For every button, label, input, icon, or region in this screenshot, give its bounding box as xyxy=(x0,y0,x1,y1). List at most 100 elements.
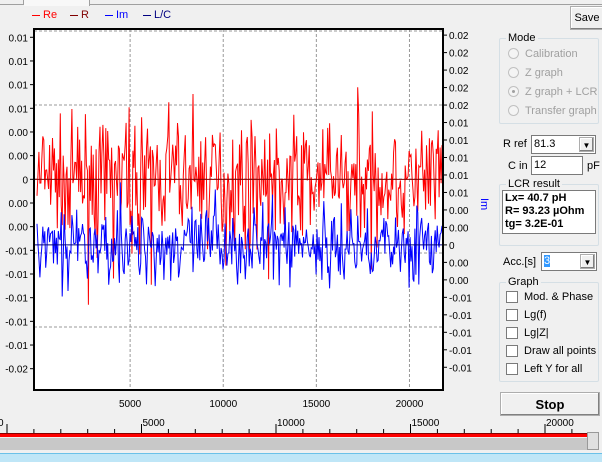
mode-option[interactable]: Calibration xyxy=(500,44,598,63)
graph-option-label: Mod. & Phase xyxy=(524,291,594,303)
lcr-result-box: Lx= 40.7 pH R= 93.23 µOhm tg= 3.2E-01 xyxy=(502,190,596,234)
cin-input[interactable]: 12 xyxy=(531,156,583,175)
right-tick-label: 0.00 xyxy=(449,206,469,217)
right-tick-label: 0.00 xyxy=(449,223,469,234)
save-button[interactable]: Save xyxy=(570,6,602,30)
x-tick-label: 10000 xyxy=(209,399,237,410)
slider-track[interactable] xyxy=(0,438,587,450)
x-tick-label: 15000 xyxy=(302,399,330,410)
ruler-label: 20000 xyxy=(546,418,574,429)
left-tick-label: 0.01 xyxy=(9,81,29,92)
graph-option[interactable]: Mod. & Phase xyxy=(500,288,598,306)
checkbox[interactable] xyxy=(506,291,518,303)
rref-select[interactable]: 81.3 ▼ xyxy=(531,135,596,154)
tab-active[interactable] xyxy=(24,0,90,6)
left-tick-label: 0.00 xyxy=(9,199,29,210)
mode-option-label: Z graph xyxy=(525,66,563,79)
right-tick-label: 0.01 xyxy=(449,188,469,199)
progress-bar xyxy=(0,433,587,437)
left-tick-label: 0.00 xyxy=(9,152,29,163)
left-tick-label: -0.01 xyxy=(5,341,28,352)
frequency-ruler: 0 5000 10000 15000 20000 xyxy=(0,418,574,433)
lcr-lx: Lx= 40.7 pH xyxy=(505,192,567,204)
right-tick-label: 0.02 xyxy=(449,66,469,77)
right-tick-label: -0.01 xyxy=(449,363,472,374)
right-tick-label: -0.01 xyxy=(449,293,472,304)
status-strip xyxy=(0,453,602,462)
lcr-tg: tg= 3.2E-01 xyxy=(505,218,564,230)
checkbox[interactable] xyxy=(506,327,518,339)
lcr-title: LCR result xyxy=(508,178,560,190)
right-tick-label: 0 xyxy=(449,241,455,252)
left-tick-label: -0.01 xyxy=(5,270,28,281)
left-tick-label: -0.01 xyxy=(5,317,28,328)
right-tick-label: -0.01 xyxy=(449,346,472,357)
ruler-label: 5000 xyxy=(143,418,166,429)
cin-unit: pF xyxy=(587,160,600,172)
right-tick-label: 0.00 xyxy=(449,276,469,287)
tab-left[interactable] xyxy=(0,0,24,5)
radio-icon[interactable] xyxy=(508,48,519,59)
right-tick-label: -0.01 xyxy=(449,328,472,339)
graph-option-label: Lg(f) xyxy=(524,309,547,321)
left-tick-label: -0.01 xyxy=(5,294,28,305)
impedance-chart: 5000 10000 15000 20000 0.01 0.01 0.01 0.01 0.00 0… xyxy=(5,28,472,410)
left-tick-label: 0 xyxy=(22,175,28,186)
right-axis-label: Im xyxy=(478,198,490,211)
graph-title: Graph xyxy=(508,276,539,288)
radio-icon[interactable] xyxy=(508,105,519,116)
cin-label: C in xyxy=(508,160,528,172)
mode-group: Mode Calibration Z graph Z graph + LCR Tran… xyxy=(499,32,599,124)
graph-group: Graph Mod. & Phase Lg(f) Lg|Z| Draw all poi… xyxy=(499,276,599,382)
graph-option[interactable]: Draw all points xyxy=(500,342,598,360)
graph-option-label: Left Y for all xyxy=(524,363,583,375)
tab-strip xyxy=(0,0,602,5)
right-tick-label: 0.02 xyxy=(449,31,469,42)
left-tick-label: 0.01 xyxy=(9,57,29,68)
lcr-r: R= 93.23 µOhm xyxy=(505,205,585,217)
right-tick-label: 0.01 xyxy=(449,153,469,164)
right-tick-label: 0.01 xyxy=(449,171,469,182)
chevron-down-icon[interactable]: ▼ xyxy=(580,254,595,269)
ruler-label: 15000 xyxy=(412,418,440,429)
mode-option-label: Calibration xyxy=(525,47,578,60)
left-tick-label: 0.00 xyxy=(9,128,29,139)
graph-option-label: Draw all points xyxy=(524,345,597,357)
checkbox[interactable] xyxy=(506,363,518,375)
right-tick-label: 0.02 xyxy=(449,101,469,112)
left-tick-label: 0.01 xyxy=(9,104,29,115)
right-tick-label: 0.02 xyxy=(449,49,469,60)
ruler-label: 0 xyxy=(0,418,4,429)
right-tick-label: 0.00 xyxy=(449,258,469,269)
acc-value: 3 xyxy=(544,255,551,267)
left-tick-label: -0.01 xyxy=(5,246,28,257)
mode-title: Mode xyxy=(508,32,536,44)
graph-option[interactable]: Lg|Z| xyxy=(500,324,598,342)
slider-thumb[interactable] xyxy=(587,432,599,450)
right-tick-label: -0.01 xyxy=(449,311,472,322)
radio-icon[interactable] xyxy=(508,67,519,78)
x-tick-label: 20000 xyxy=(396,399,424,410)
x-tick-label: 5000 xyxy=(119,399,142,410)
mode-option[interactable]: Z graph xyxy=(500,63,598,82)
checkbox[interactable] xyxy=(506,345,518,357)
graph-option[interactable]: Lg(f) xyxy=(500,306,598,324)
checkbox[interactable] xyxy=(506,309,518,321)
radio-icon[interactable] xyxy=(508,86,519,97)
acc-label: Acc.[s] xyxy=(503,256,537,268)
mode-option-label: Z graph + LCR xyxy=(525,85,598,98)
mode-option-label: Transfer graph xyxy=(525,104,597,117)
ruler-label: 10000 xyxy=(277,418,305,429)
right-tick-label: 0.02 xyxy=(449,84,469,95)
graph-option[interactable]: Left Y for all xyxy=(500,360,598,378)
left-tick-label: 0.00 xyxy=(9,223,29,234)
mode-option[interactable]: Transfer graph xyxy=(500,101,598,120)
mode-option[interactable]: Z graph + LCR xyxy=(500,82,598,101)
right-tick-label: 0.01 xyxy=(449,119,469,130)
rref-value: 81.3 xyxy=(534,138,556,150)
left-tick-label: -0.02 xyxy=(5,365,28,376)
graph-option-label: Lg|Z| xyxy=(524,327,549,339)
chevron-down-icon[interactable]: ▼ xyxy=(579,137,594,152)
acc-select[interactable]: 3 ▼ xyxy=(541,252,597,271)
lcr-result-group: LCR result Lx= 40.7 pH R= 93.23 µOhm tg=… xyxy=(499,178,599,246)
